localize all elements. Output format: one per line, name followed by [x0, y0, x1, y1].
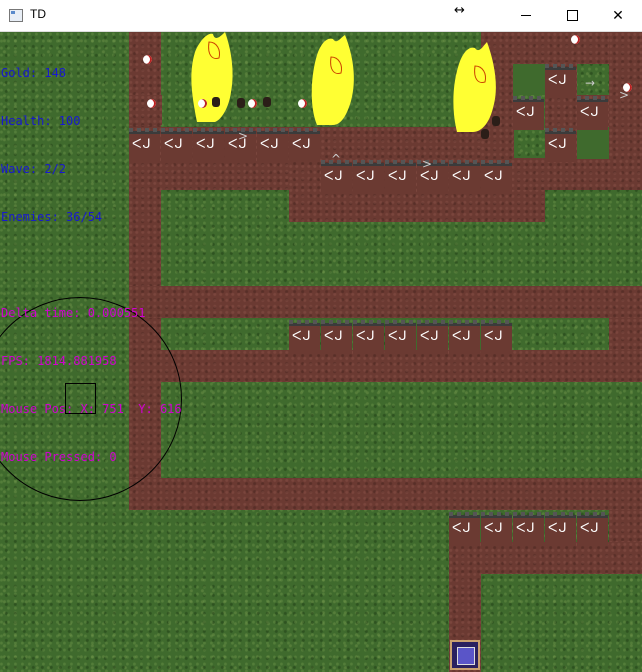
mouse-pressed-readout: Mouse Pressed: 0 [1, 450, 117, 464]
tower[interactable]: ᐸᒍ [417, 320, 448, 354]
tower[interactable]: ᐸᒍ [481, 320, 512, 354]
projectile-arrow: ^ [331, 152, 342, 166]
tower[interactable]: ᐸᒍ [257, 128, 288, 162]
tower[interactable]: ᐸᒍ [577, 512, 608, 546]
tower[interactable]: ᐸᒍ [353, 160, 384, 194]
path-segment [129, 478, 642, 510]
player-base[interactable] [450, 640, 480, 670]
enemy [212, 97, 220, 107]
delta-time-readout: Delta time: 0.000551 [1, 306, 146, 320]
wave-counter: Wave: 2/2 [1, 162, 67, 176]
tower[interactable]: ᐸᒍ [353, 320, 384, 354]
hud-spacer [1, 257, 182, 273]
window-title: TD [30, 7, 46, 21]
mouse-pos-readout: Mouse Pos: X: 751 Y: 616 [1, 402, 182, 416]
path-segment [129, 350, 642, 382]
tower[interactable]: ᐸᒍ [449, 320, 480, 354]
maximize-icon [566, 10, 578, 21]
tower[interactable]: ᐸᒍ [321, 320, 352, 354]
close-button[interactable]: ✕ [595, 0, 641, 31]
tower[interactable]: ᐸᒍ [481, 160, 512, 194]
enemy [263, 97, 271, 107]
tower[interactable]: ᐸᒍ [545, 128, 576, 162]
app-icon [9, 9, 23, 22]
enemy [248, 99, 257, 108]
tower[interactable]: ᐸᒍ [289, 320, 320, 354]
minimize-button[interactable] [503, 0, 549, 31]
tower[interactable]: ᐸᒍ [321, 160, 352, 194]
tower[interactable]: ᐸᒍ [545, 64, 576, 98]
tower[interactable]: ᐸᒍ [513, 512, 544, 546]
title-bar[interactable]: TD ↔ ✕ [0, 0, 642, 32]
tower[interactable]: ᐸᒍ [513, 96, 544, 130]
enemies-counter: Enemies: 36/54 [1, 210, 103, 224]
close-icon: ✕ [612, 7, 624, 24]
health-counter: Health: 100 [1, 114, 81, 128]
tower[interactable]: ᐸᒍ [449, 160, 480, 194]
enemy [198, 99, 207, 108]
enemy [571, 35, 580, 44]
tower[interactable]: ᐸᒍ [577, 96, 608, 130]
projectile-arrow: > [422, 157, 433, 171]
enemy [492, 116, 500, 126]
tower[interactable]: ᐸᒍ [385, 320, 416, 354]
grass-patch [513, 64, 545, 95]
fps-readout: FPS: 1814.881958 [1, 354, 117, 368]
game-canvas[interactable]: ᐸᒍ ᐸᒍ ᐸᒍ ᐸᒍ ᐸᒍ ᐸᒍ ᐸᒍ ᐸᒍ ᐸᒍ ᐸᒍ ᐸᒍ ᐸᒍ ᐸᒍ ᐸ… [0, 32, 642, 672]
tower[interactable]: ᐸᒍ [449, 512, 480, 546]
path-segment [129, 286, 642, 318]
tower[interactable]: ᐸᒍ [385, 160, 416, 194]
enemy [237, 98, 245, 108]
tower[interactable]: ᐸᒍ [289, 128, 320, 162]
resize-cursor-icon: ↔ [454, 3, 465, 18]
projectile-arrow: > [238, 129, 249, 143]
app-window: TD ↔ ✕ ᐸᒍ ᐸᒍ ᐸᒍ ᐸᒍ ᐸᒍ ᐸᒍ ᐸᒍ ᐸᒍ ᐸᒍ ᐸᒍ ᐸᒍ … [0, 0, 642, 672]
tower[interactable]: ᐸᒍ [193, 128, 224, 162]
grass-patch [577, 127, 609, 159]
enemy [623, 83, 632, 92]
enemy [298, 99, 307, 108]
gold-counter: Gold: 148 [1, 66, 67, 80]
minimize-icon [521, 15, 531, 16]
enemy [481, 129, 489, 139]
tower[interactable]: ᐸᒍ [545, 512, 576, 546]
tower[interactable]: ᐸᒍ [481, 512, 512, 546]
boss-enemy [191, 32, 233, 122]
hud-overlay: Gold: 148 Health: 100 Wave: 2/2 Enemies:… [1, 33, 182, 497]
boss-enemy [311, 35, 354, 125]
maximize-button[interactable] [549, 0, 595, 31]
projectile-arrow: → [585, 76, 596, 90]
